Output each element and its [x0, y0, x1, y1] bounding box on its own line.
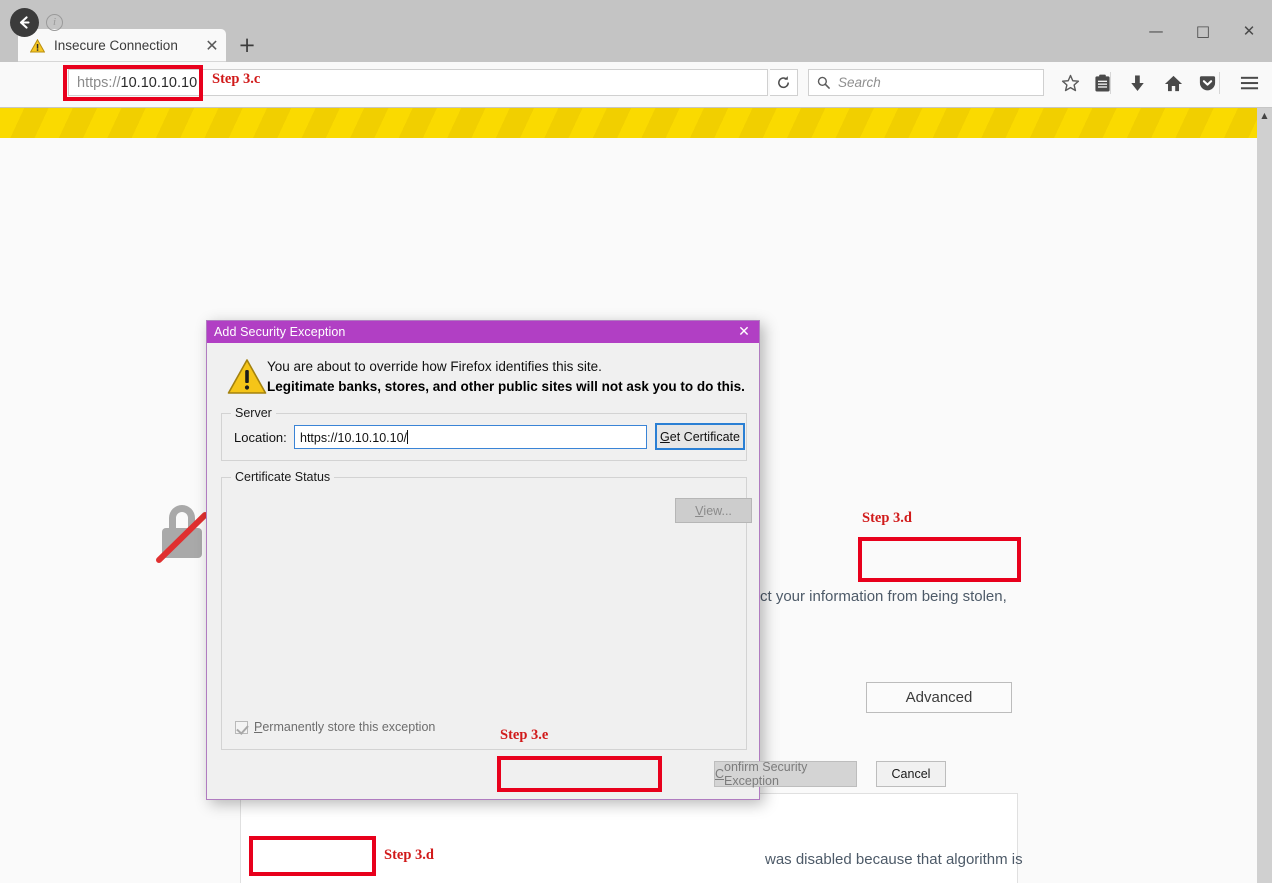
view-label: iew...: [703, 504, 732, 518]
search-icon: [817, 76, 830, 89]
library-icon[interactable]: [1087, 68, 1117, 98]
certificate-status-legend: Certificate Status: [231, 470, 334, 484]
hamburger-menu-icon[interactable]: [1234, 68, 1264, 98]
dialog-close-icon[interactable]: ✕: [735, 323, 753, 341]
confirm-security-exception-button[interactable]: Confirm Security Exception: [714, 761, 857, 787]
tab-insecure-connection[interactable]: Insecure Connection: [18, 29, 226, 62]
download-icon[interactable]: [1122, 68, 1152, 98]
home-icon[interactable]: [1158, 68, 1188, 98]
star-icon[interactable]: [1055, 68, 1085, 98]
reload-icon: [776, 75, 791, 90]
page-text-fragment-disabled: was disabled because that algorithm is: [765, 851, 1023, 868]
site-identity-icon[interactable]: i: [46, 14, 63, 31]
annotation-step-3d-add-exception: Step 3.d: [384, 847, 434, 864]
annotation-step-3c: Step 3.c: [212, 71, 260, 88]
add-security-exception-dialog: Add Security Exception ✕ You are about t…: [206, 320, 760, 800]
vertical-scrollbar[interactable]: [1257, 108, 1272, 883]
pocket-icon[interactable]: [1192, 68, 1222, 98]
location-input[interactable]: https://10.10.10.10/: [294, 425, 647, 449]
url-bar[interactable]: https://10.10.10.10: [68, 69, 768, 96]
error-card: was disabled because that algorithm is E…: [240, 793, 1018, 883]
view-accesskey: V: [695, 504, 703, 518]
new-tab-button[interactable]: +: [236, 35, 258, 57]
location-input-value: https://10.10.10.10/: [300, 430, 408, 445]
window-maximize-button[interactable]: □: [1180, 18, 1226, 44]
dialog-title: Add Security Exception: [207, 325, 345, 339]
server-groupbox-legend: Server: [231, 406, 276, 420]
get-certificate-label: et Certificate: [670, 430, 740, 444]
server-groupbox: Server Location: https://10.10.10.10/ Ge…: [221, 413, 747, 461]
checkbox-checked-icon[interactable]: [235, 721, 248, 734]
location-label: Location:: [234, 430, 287, 445]
search-placeholder: Search: [838, 75, 881, 90]
back-arrow-icon: [17, 15, 32, 30]
broken-lock-icon: [152, 498, 212, 570]
annotation-step-3e: Step 3.e: [500, 727, 548, 744]
warning-triangle-icon: [30, 39, 45, 53]
insecure-connection-stripe: [0, 108, 1257, 138]
scrollbar-up-arrow-icon[interactable]: ▲: [1257, 108, 1272, 123]
dialog-message-line1: You are about to override how Firefox id…: [267, 359, 602, 374]
advanced-button[interactable]: Advanced: [866, 682, 1012, 713]
certificate-status-groupbox: Certificate Status View... Permanently s…: [221, 477, 747, 750]
annotation-step-3d-advanced: Step 3.d: [862, 510, 912, 527]
permanently-store-label: Permanently store this exception: [254, 720, 435, 734]
page-text-fragment-protect: ct your information from being stolen,: [760, 588, 1007, 605]
back-button[interactable]: [10, 8, 39, 37]
tab-close-icon[interactable]: ✕: [203, 37, 221, 55]
tab-label: Insecure Connection: [54, 38, 178, 53]
get-certificate-button[interactable]: Get Certificate: [655, 423, 745, 450]
cancel-button[interactable]: Cancel: [876, 761, 946, 787]
window-close-button[interactable]: ✕: [1226, 18, 1272, 44]
url-text: https://10.10.10.10: [69, 75, 197, 91]
toolbar-separator-2: [1219, 72, 1220, 94]
get-certificate-accesskey: G: [660, 430, 670, 444]
dialog-message-line2: Legitimate banks, stores, and other publ…: [267, 379, 745, 394]
confirm-label: onfirm Security Exception: [724, 760, 856, 788]
search-bar[interactable]: Search: [808, 69, 1044, 96]
window-minimize-button[interactable]: —: [1133, 18, 1179, 44]
permanently-store-checkbox-row[interactable]: Permanently store this exception: [235, 720, 435, 734]
warning-triangle-icon: [227, 357, 267, 397]
tab-strip: Insecure Connection ✕ +: [0, 0, 1272, 56]
confirm-accesskey: C: [715, 767, 724, 781]
reload-button[interactable]: [770, 69, 798, 96]
dialog-titlebar: Add Security Exception: [207, 321, 759, 343]
view-certificate-button[interactable]: View...: [675, 498, 752, 523]
browser-window-chrome: Insecure Connection ✕ + — □ ✕: [0, 0, 1272, 62]
